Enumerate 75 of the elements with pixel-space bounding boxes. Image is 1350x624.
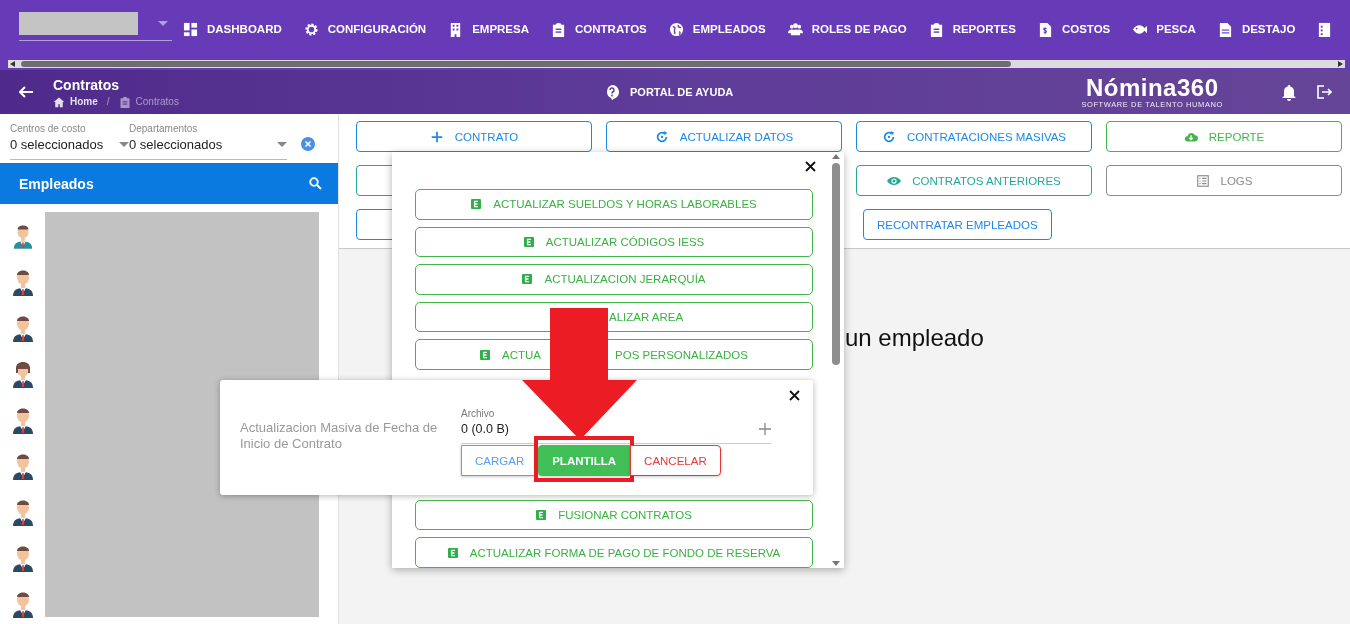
help-icon[interactable] [605, 84, 619, 100]
help-link[interactable]: PORTAL DE AYUDA [630, 86, 734, 98]
scroll-down-icon[interactable] [832, 561, 840, 566]
nav-item[interactable]: EMPLEADOS [657, 21, 777, 37]
refresh-icon [654, 129, 669, 144]
spreadsheet-icon [480, 349, 491, 360]
nav-item[interactable]: EMPRESA [437, 21, 540, 37]
filter-select[interactable]: Centros de costo 0 seleccionados [10, 123, 129, 160]
refresh-icon [881, 129, 896, 144]
settings-icon [303, 21, 319, 37]
nav-item[interactable]: CONTRATOS [540, 21, 658, 37]
people-icon [787, 21, 803, 37]
dashboard-icon [183, 21, 198, 37]
close-icon[interactable] [789, 390, 800, 401]
clipboard-icon [928, 21, 944, 37]
clear-icon[interactable] [301, 137, 315, 151]
close-icon[interactable] [805, 161, 816, 172]
scroll-up-icon[interactable] [832, 154, 840, 159]
nav-item[interactable]: DESTAJO [1206, 21, 1307, 37]
toolbar-button[interactable]: REPORTE [1106, 121, 1342, 152]
plus-icon[interactable] [759, 423, 771, 435]
nav-item[interactable]: DASHBOARD [172, 21, 293, 37]
caret-icon [119, 142, 129, 147]
caret-icon [158, 20, 168, 26]
vertical-scrollbar[interactable] [830, 152, 842, 568]
nav-item[interactable]: REPORTES [917, 21, 1027, 37]
breadcrumb-link[interactable]: Contratos [135, 96, 179, 107]
company-select[interactable] [19, 11, 172, 41]
plus-icon [429, 129, 444, 144]
table-icon[interactable] [1317, 21, 1333, 37]
spreadsheet-icon [523, 236, 534, 247]
dialog-button[interactable]: CANCELAR [630, 445, 721, 476]
globe-icon [668, 21, 684, 37]
employees-title: Empleados [19, 175, 94, 192]
search-icon[interactable] [309, 177, 322, 190]
home-icon [53, 95, 65, 108]
menu-item[interactable]: ACTUALIZAR CÓDIGOS IESS [415, 226, 813, 258]
dialog-button[interactable]: PLANTILLA [538, 445, 631, 476]
toolbar-button[interactable]: ACTUALIZAR DATOS [606, 121, 842, 152]
spreadsheet-icon [471, 199, 482, 210]
nav-item[interactable]: COSTOS [1026, 21, 1122, 37]
logo-text: Nómina360 [1085, 75, 1219, 100]
bell-icon[interactable] [1281, 83, 1297, 101]
back-arrow-icon[interactable] [19, 86, 33, 98]
breadcrumb-separator: / [106, 96, 110, 107]
toolbar-button[interactable]: RECONTRATAR EMPLEADOS [863, 209, 1052, 240]
scroll-right-icon[interactable] [1338, 61, 1343, 67]
clipboard-icon [118, 95, 131, 108]
document-icon [1217, 21, 1233, 37]
menu-item[interactable]: ACTUALIZAR FORMA DE PAGO DE FONDO DE RESERVA [415, 537, 813, 569]
spreadsheet-icon [536, 510, 547, 521]
nav-item[interactable]: ROLES DE PAGO [776, 21, 918, 37]
logout-icon[interactable] [1317, 85, 1332, 99]
toolbar-button[interactable]: CONTRATACIONES MASIVAS [856, 121, 1092, 152]
toolbar-button[interactable]: CONTRATOS ANTERIORES [856, 165, 1092, 196]
horizontal-scrollbar[interactable] [8, 60, 1345, 68]
dialog-description: Actualizacion Masiva de Fecha de Inicio de Contrato [240, 420, 439, 453]
menu-item[interactable]: ACTUALIZAR SUELDOS Y HORAS LABORABLES [415, 189, 813, 220]
spreadsheet-icon [522, 274, 533, 285]
spreadsheet-icon [447, 547, 458, 558]
page-title: Contratos [53, 76, 121, 93]
menu-item[interactable]: FUSIONAR CONTRATOS [415, 499, 813, 531]
toolbar-button[interactable]: CONTRATO [356, 121, 592, 152]
nav-item[interactable]: PESCA [1121, 21, 1207, 37]
caret-icon [277, 142, 287, 147]
clipboard-icon [551, 21, 566, 37]
toolbar-button[interactable]: LOGS [1106, 165, 1342, 196]
scroll-left-icon[interactable] [10, 61, 15, 67]
invoice-icon [1037, 21, 1053, 37]
breadcrumb-link[interactable]: Home [70, 96, 98, 107]
nav-item[interactable]: CONFIGURACIÓN [292, 21, 438, 37]
filter-select[interactable]: Departamentos 0 seleccionados [129, 123, 287, 160]
empty-message: un empleado [845, 324, 985, 352]
list-icon [1195, 173, 1210, 188]
menu-item[interactable]: ACTUALIZACION JERARQUÍA [415, 264, 813, 295]
